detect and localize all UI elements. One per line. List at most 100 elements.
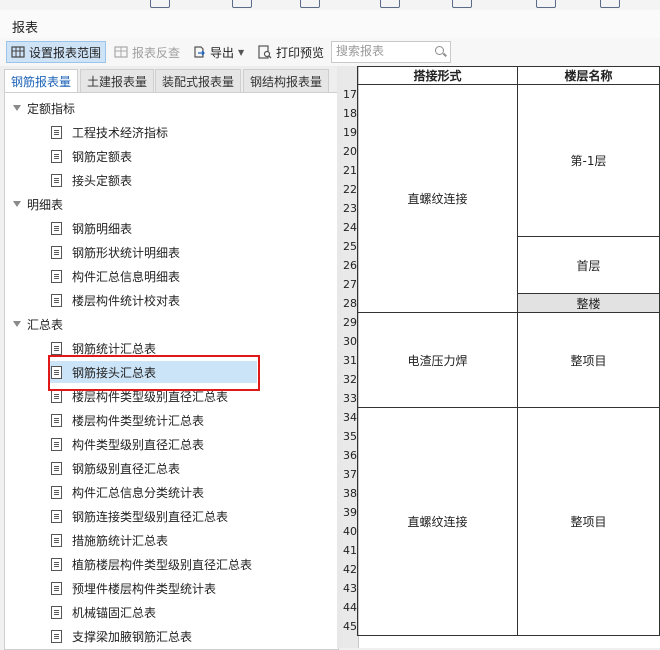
document-icon [51,293,62,307]
row-number: 44 [343,601,357,614]
row-number: 29 [343,316,357,329]
tree-group-label: 定额指标 [27,101,76,116]
tree-item[interactable]: 植筋楼层构件类型级别直径汇总表 [51,553,252,575]
row-number: 22 [343,183,357,196]
grid-settings-icon [11,46,25,58]
row-number: 26 [343,259,357,272]
toolbar-icon [150,0,170,8]
row-number: 25 [343,240,357,253]
toolbar-icon [232,0,252,8]
tab-civil-report[interactable]: 土建报表量 [80,69,154,93]
report-tabs: 钢筋报表量 土建报表量 装配式报表量 钢结构报表量 [0,66,340,94]
row-number: 23 [343,202,357,215]
row-number: 37 [343,468,357,481]
row-number: 34 [343,411,357,424]
cell-joint-type[interactable]: 直螺纹连接 [357,85,518,313]
caret-down-icon[interactable] [13,201,21,207]
tree-group-summary[interactable]: 汇总表 [5,313,336,335]
print-preview-button[interactable]: 打印预览 [257,42,324,62]
reverse-check-button[interactable]: 报表反查 [114,42,180,62]
row-number: 38 [343,487,357,500]
tree-item[interactable]: 接头定额表 [51,169,132,191]
cell-floor-total[interactable]: 整楼 [518,294,660,313]
row-number: 24 [343,221,357,234]
set-range-label: 设置报表范围 [29,45,102,60]
row-number: 28 [343,297,357,310]
tree-item[interactable]: 钢筋形状统计明细表 [51,241,180,263]
row-number: 43 [343,582,357,595]
document-icon [51,557,62,571]
tree-group-quota[interactable]: 定额指标 [5,97,336,119]
row-number: 18 [343,107,357,120]
tree-item[interactable]: 钢筋连接类型级别直径汇总表 [51,505,228,527]
document-icon [51,269,62,283]
tree-item[interactable]: 构件汇总信息分类统计表 [51,481,204,503]
tree-item[interactable]: 钢筋明细表 [51,217,132,239]
set-range-button[interactable]: 设置报表范围 [6,41,107,63]
reverse-check-label: 报表反查 [132,45,181,60]
tree-item[interactable]: 构件类型级别直径汇总表 [51,433,204,455]
row-number: 31 [343,354,357,367]
document-icon [51,605,62,619]
column-header-floor-name[interactable]: 楼层名称 [518,66,660,85]
print-preview-label: 打印预览 [276,45,325,60]
row-number: 45 [343,620,357,633]
window-titlebar: 报表 [0,10,660,39]
tree-item[interactable]: 构件汇总信息明细表 [51,265,180,287]
cell-floor[interactable]: 整项目 [518,313,660,408]
cell-floor[interactable]: 整项目 [518,408,660,636]
report-search-box[interactable] [331,41,451,63]
cell-floor[interactable]: 首层 [518,237,660,294]
row-number: 42 [343,563,357,576]
toolbar-icon [536,0,556,8]
tab-steel-report[interactable]: 钢结构报表量 [243,69,329,93]
document-icon [51,221,62,235]
tree-item[interactable]: 工程技术经济指标 [51,121,168,143]
document-icon [51,389,62,403]
row-number: 40 [343,525,357,538]
report-toolbar: 设置报表范围 报表反查 导出 ▼ 打印预览 [0,38,660,67]
tree-item[interactable]: 机械锚固汇总表 [51,601,156,623]
tree-item[interactable]: 支撑梁加腋钢筋汇总表 [51,625,192,647]
report-search-input[interactable] [332,42,432,60]
document-icon [51,437,62,451]
row-number: 33 [343,392,357,405]
caret-down-icon[interactable] [13,321,21,327]
tree-group-label: 汇总表 [27,317,64,332]
document-icon [51,629,62,643]
tab-prefab-report[interactable]: 装配式报表量 [155,69,241,93]
row-number: 17 [343,88,357,101]
row-number: 20 [343,145,357,158]
tree-group-label: 明细表 [27,197,64,212]
column-header-joint-type[interactable]: 搭接形式 [357,66,518,85]
row-number: 32 [343,373,357,386]
tree-group-detail[interactable]: 明细表 [5,193,336,215]
document-icon [51,461,62,475]
tab-rebar-report[interactable]: 钢筋报表量 [4,69,78,94]
toolbar-icon [380,0,400,8]
cell-joint-type[interactable]: 电渣压力焊 [357,313,518,408]
cell-floor[interactable]: 第-1层 [518,85,660,237]
chevron-down-icon[interactable]: ▼ [238,48,244,57]
reverse-check-icon [114,46,128,58]
row-number: 27 [343,278,357,291]
tree-item[interactable]: 钢筋级别直径汇总表 [51,457,180,479]
document-icon [51,149,62,163]
cell-joint-type[interactable]: 直螺纹连接 [357,408,518,636]
tree-item[interactable]: 楼层构件类型统计汇总表 [51,409,204,431]
tree-item[interactable]: 钢筋定额表 [51,145,132,167]
caret-down-icon[interactable] [13,105,21,111]
export-button[interactable]: 导出 ▼ [192,42,244,62]
tree-item[interactable]: 预埋件楼层构件类型统计表 [51,577,216,599]
document-icon [51,245,62,259]
document-icon [51,533,62,547]
tree-item[interactable]: 楼层构件统计校对表 [51,289,180,311]
export-icon [194,46,205,58]
highlight-annotation-box [48,355,260,391]
toolbar-icon [300,0,320,8]
search-icon[interactable] [435,46,444,55]
toolbar-icon [452,0,472,8]
toolbar-icon [600,0,620,8]
tree-item[interactable]: 措施筋统计汇总表 [51,529,168,551]
document-icon [51,173,62,187]
